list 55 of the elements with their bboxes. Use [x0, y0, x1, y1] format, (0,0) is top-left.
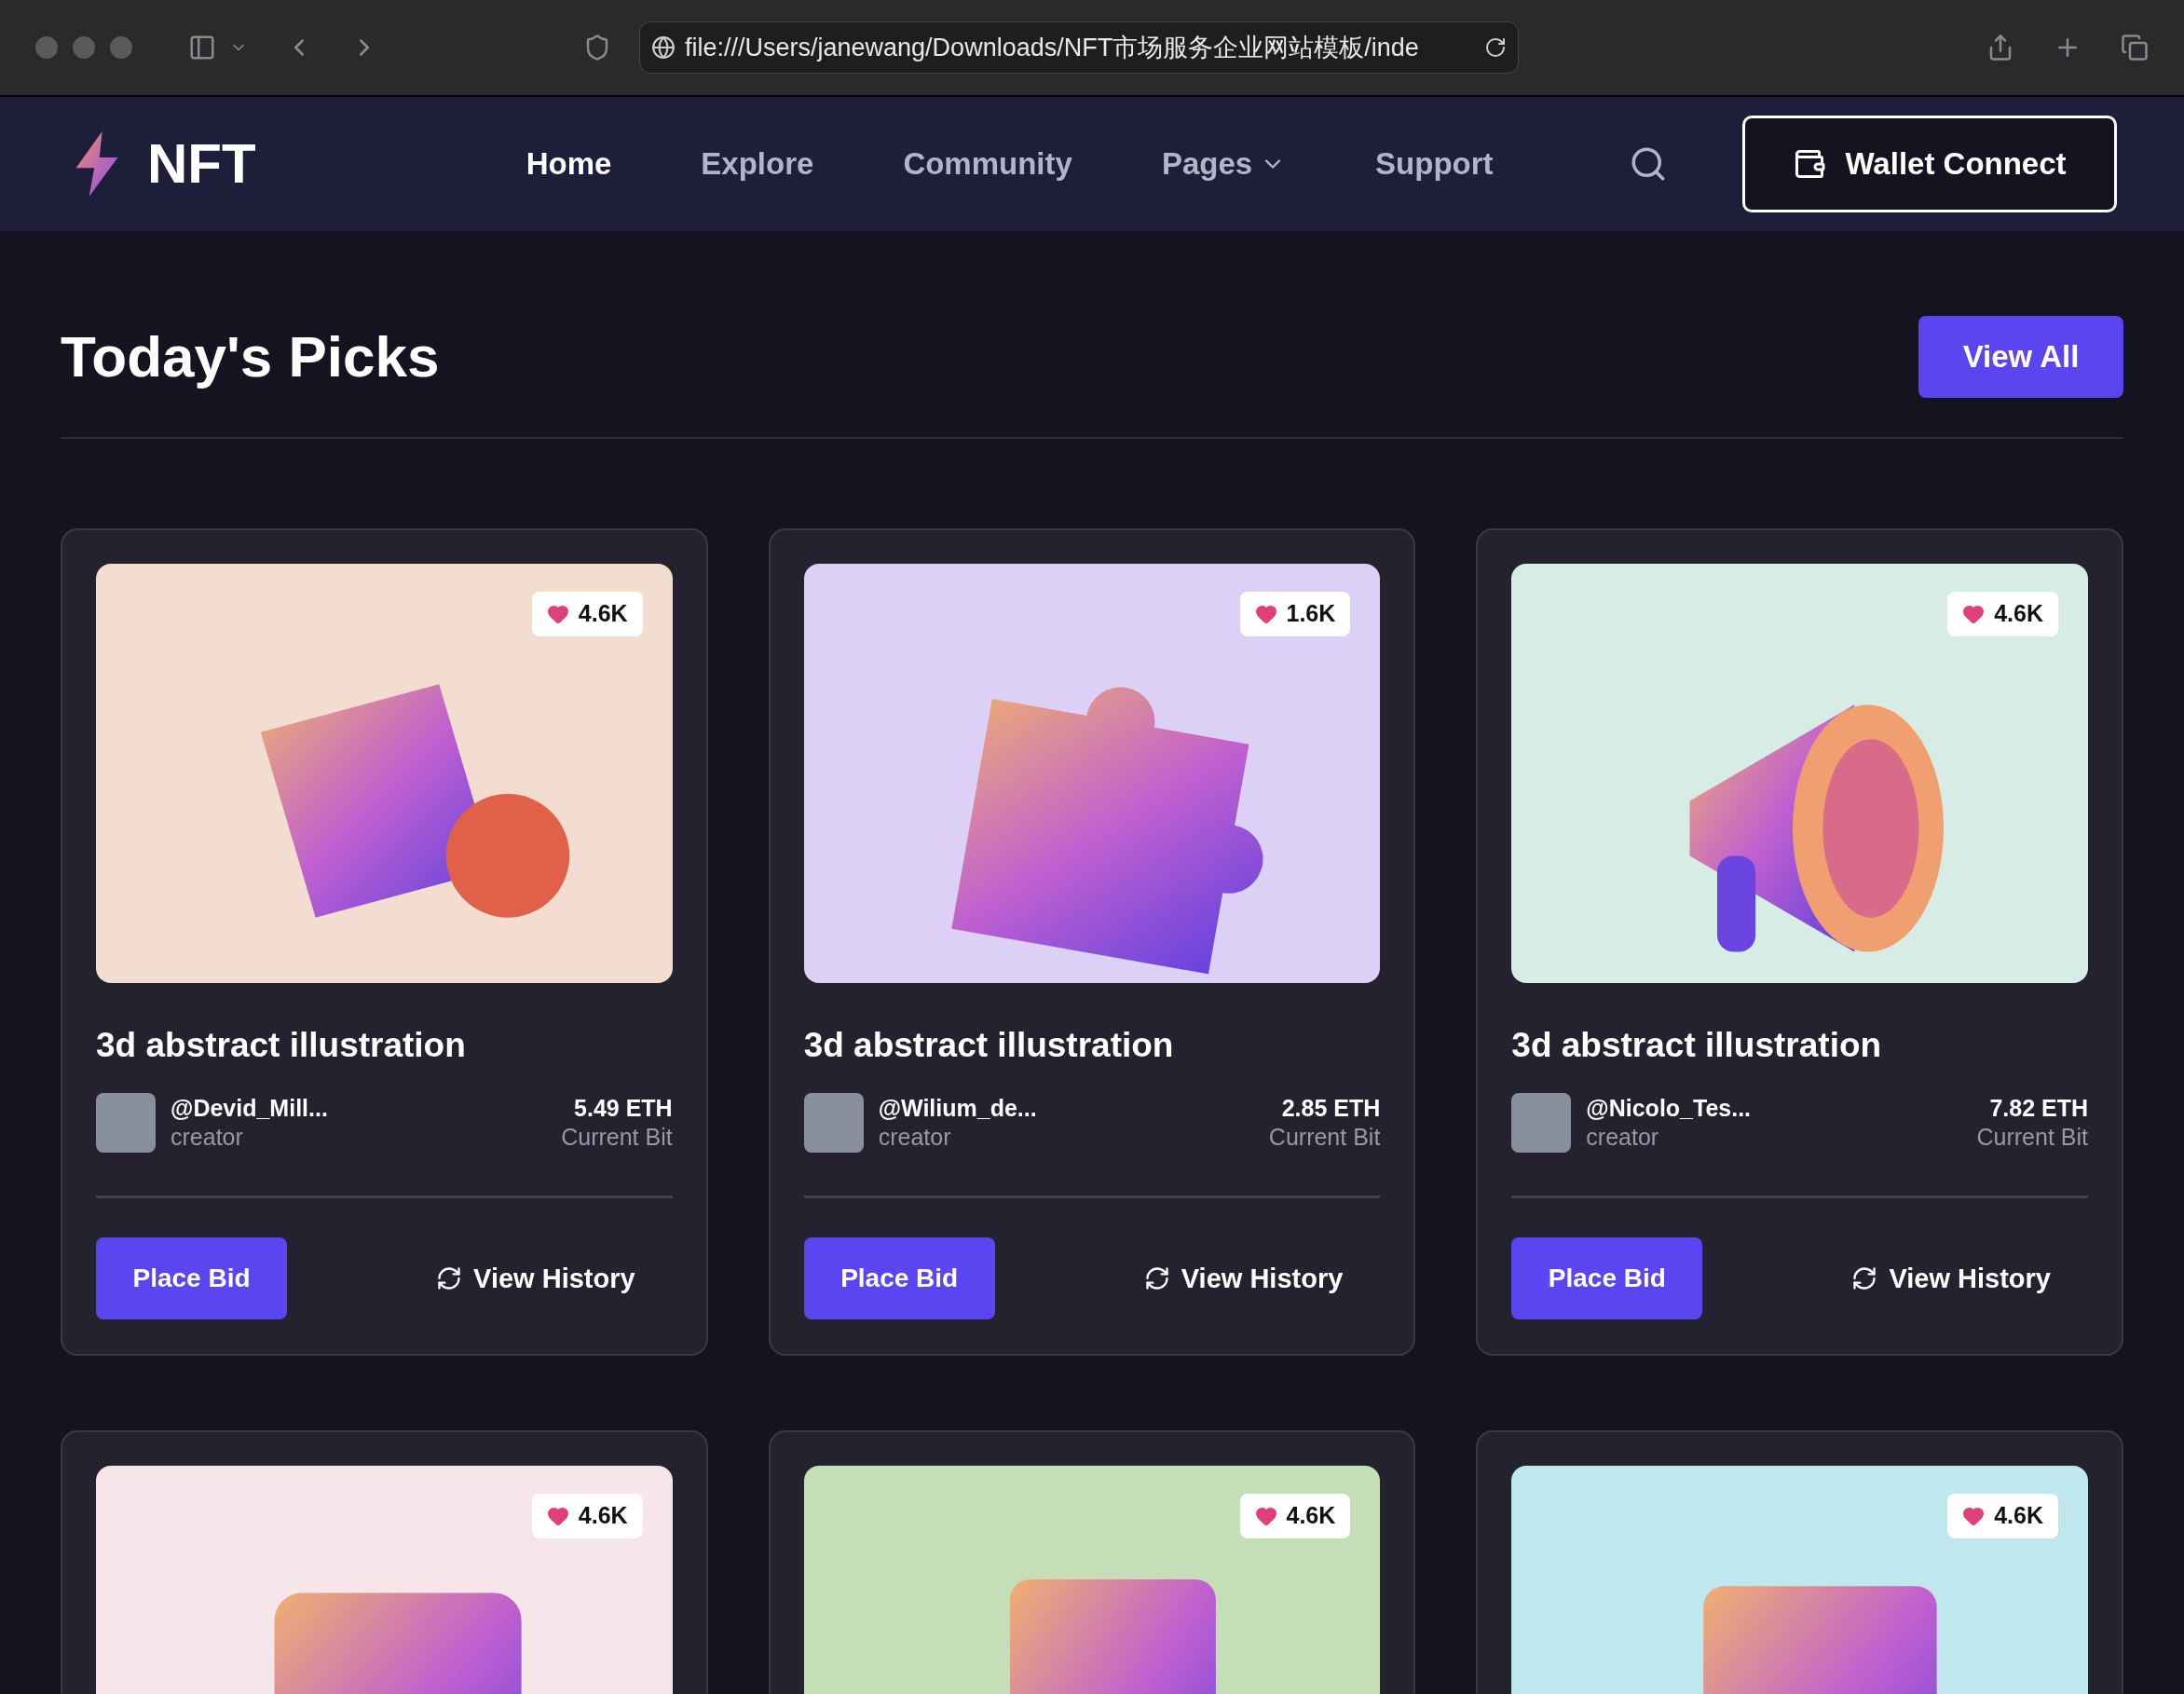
price-label: Current Bit: [561, 1123, 673, 1153]
place-bid-button[interactable]: Place Bid: [96, 1237, 287, 1320]
wallet-icon: [1793, 147, 1827, 181]
avatar-placeholder: [96, 1093, 156, 1154]
logo-text: NFT: [147, 131, 256, 197]
refresh-icon: [1143, 1265, 1170, 1292]
place-bid-button[interactable]: Place Bid: [1511, 1237, 1703, 1320]
reload-icon[interactable]: [1484, 36, 1507, 59]
heart-icon: [1962, 1505, 1986, 1527]
like-count: 4.6K: [578, 1501, 628, 1531]
tabs-icon[interactable]: [2121, 34, 2149, 61]
heart-icon: [546, 1505, 569, 1527]
like-count: 4.6K: [1994, 1501, 2043, 1531]
url-text: file:///Users/janewang/Downloads/NFT市场服务企业网站模板/inde: [685, 32, 1420, 63]
creator-label: creator: [171, 1123, 244, 1153]
section-title: Today's Picks: [61, 323, 440, 390]
avatar-placeholder: [1511, 1093, 1572, 1154]
heart-icon: [1962, 603, 1986, 625]
wallet-connect-button[interactable]: Wallet Connect: [1742, 116, 2117, 212]
like-count: 4.6K: [578, 599, 628, 629]
price-label: Current Bit: [1268, 1123, 1381, 1153]
view-history-button[interactable]: View History: [436, 1258, 635, 1299]
nav-link[interactable]: Home: [526, 141, 612, 187]
nav-link[interactable]: Support: [1375, 141, 1494, 187]
avatar-placeholder: [803, 1093, 864, 1154]
creator-label: creator: [1586, 1123, 1660, 1153]
nft-title: 3d abstract illustration: [803, 1025, 1175, 1066]
address-bar[interactable]: file:///Users/janewang/Downloads/NFT市场服务企业网站模板/inde: [639, 21, 1519, 74]
view-history-button[interactable]: View History: [1851, 1258, 2051, 1299]
heart-icon: [1254, 1505, 1277, 1527]
creator-name: @Nicolo_Tes...: [1586, 1094, 1752, 1123]
view-all-button[interactable]: View All: [1918, 315, 2123, 398]
heart-icon: [546, 603, 569, 625]
like-count: 4.6K: [1994, 599, 2043, 629]
heart-icon: [1254, 603, 1277, 625]
price-label: Current Bit: [1976, 1123, 2088, 1153]
price: 7.82 ETH: [1989, 1094, 2088, 1123]
view-history-button[interactable]: View History: [1143, 1258, 1344, 1299]
refresh-icon: [436, 1265, 463, 1292]
creator-name: @Wilium_de...: [878, 1094, 1037, 1123]
sidebar-icon[interactable]: [188, 34, 216, 61]
price: 2.85 ETH: [1281, 1094, 1381, 1123]
nav-link[interactable]: Community: [903, 141, 1072, 187]
place-bid-button[interactable]: Place Bid: [803, 1237, 995, 1320]
nav-link[interactable]: Explore: [701, 141, 814, 187]
creator-name: @Devid_Mill...: [171, 1094, 328, 1123]
nft-title: 3d abstract illustration: [1511, 1025, 1883, 1066]
creator-label: creator: [878, 1123, 952, 1153]
nft-title: 3d abstract illustration: [96, 1025, 467, 1066]
refresh-icon: [1851, 1265, 1878, 1292]
like-count: 1.6K: [1286, 599, 1336, 629]
price: 5.49 ETH: [574, 1094, 673, 1123]
globe-icon: [651, 35, 676, 60]
nav-link[interactable]: Pages: [1161, 141, 1287, 187]
like-count: 4.6K: [1286, 1501, 1336, 1531]
